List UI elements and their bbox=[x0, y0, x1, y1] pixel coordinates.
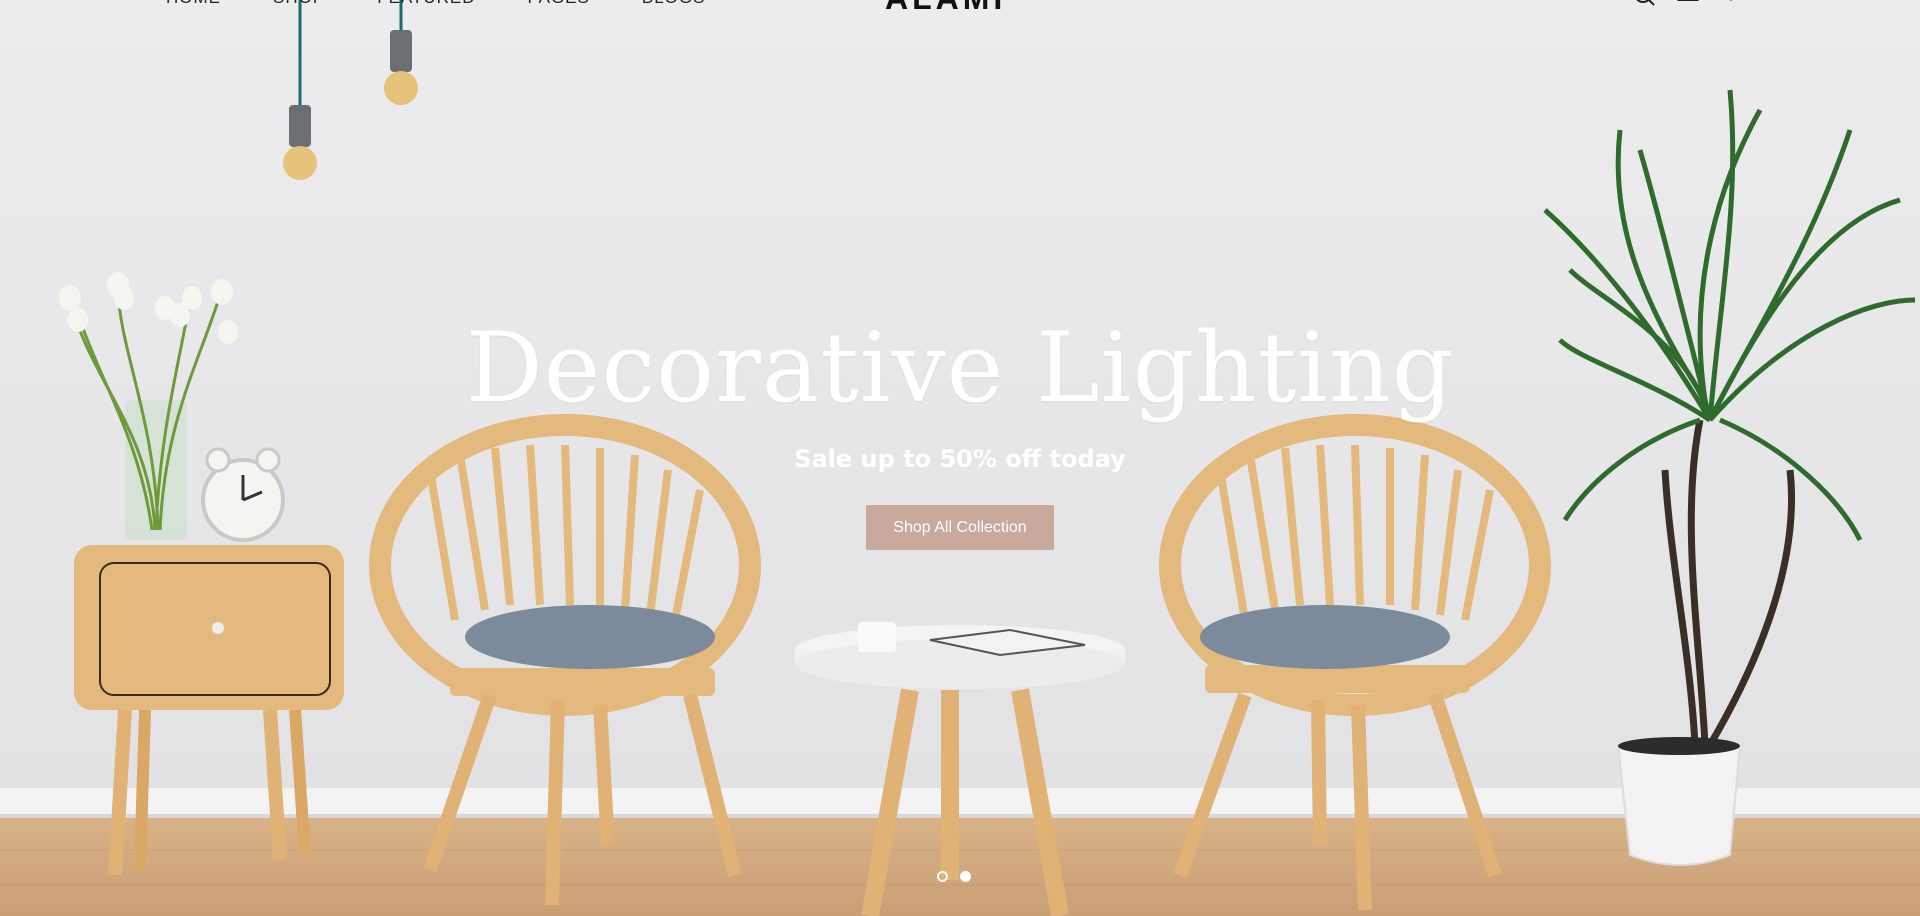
shop-all-collection-button[interactable]: Shop All Collection bbox=[866, 505, 1054, 550]
nav-item-blogs[interactable]: BLOGS bbox=[642, 0, 706, 8]
brand-logo[interactable]: ALAMI bbox=[885, 0, 1006, 17]
heart-icon[interactable] bbox=[1720, 0, 1742, 8]
search-icon[interactable] bbox=[1634, 0, 1656, 8]
hero-content: Decorative Lighting Sale up to 50% off t… bbox=[0, 320, 1920, 550]
site-header: HOME SHOP FEATURED PAGES BLOGS ALAMI bbox=[0, 0, 1920, 16]
slide-dot-2[interactable] bbox=[960, 871, 971, 882]
hero-subtitle: Sale up to 50% off today bbox=[794, 445, 1126, 473]
bag-icon[interactable] bbox=[1763, 0, 1785, 8]
user-icon[interactable] bbox=[1677, 0, 1699, 8]
slide-dot-1[interactable] bbox=[937, 871, 948, 882]
nav-item-home[interactable]: HOME bbox=[166, 0, 221, 8]
main-nav: HOME SHOP FEATURED PAGES BLOGS bbox=[166, 0, 705, 8]
hero-title: Decorative Lighting bbox=[465, 312, 1455, 424]
nav-item-pages[interactable]: PAGES bbox=[528, 0, 590, 8]
slider-pagination bbox=[937, 871, 971, 882]
nav-item-featured[interactable]: FEATURED bbox=[377, 0, 475, 8]
header-icons bbox=[1634, 0, 1785, 8]
nav-item-shop[interactable]: SHOP bbox=[273, 0, 325, 8]
